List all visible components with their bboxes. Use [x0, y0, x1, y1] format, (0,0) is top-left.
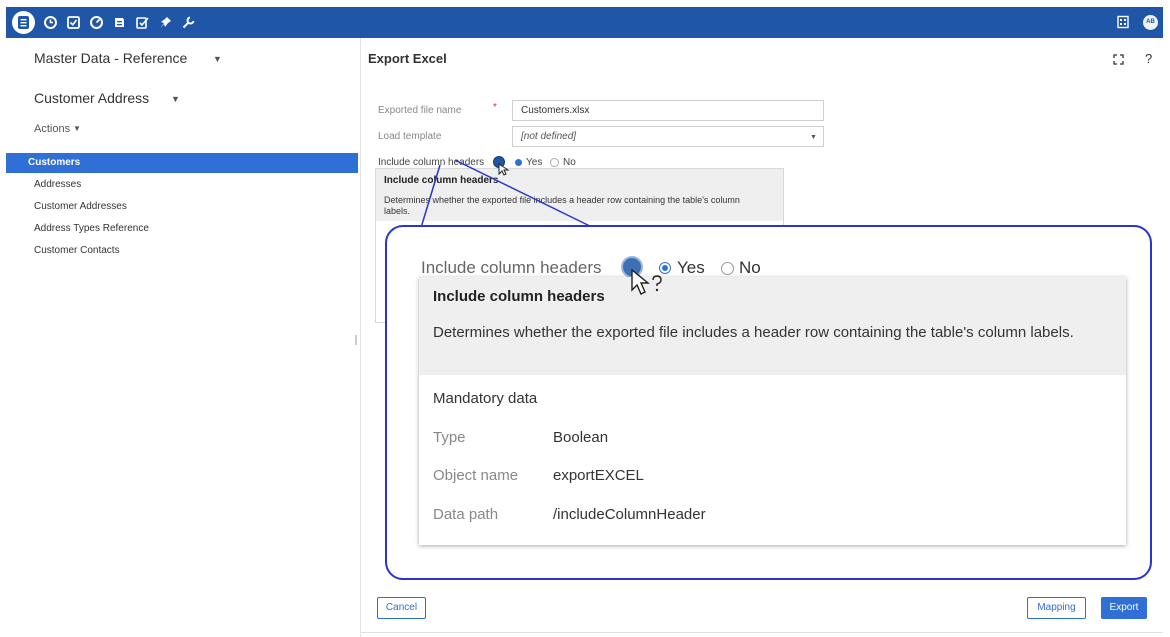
tooltip-key-data-path: Data path	[433, 506, 499, 523]
checkbox-icon[interactable]	[66, 15, 81, 30]
file-name-input[interactable]: Customers.xlsx	[512, 100, 824, 121]
edit-check-icon[interactable]	[135, 15, 150, 30]
panel-title[interactable]: Master Data - Reference	[34, 50, 187, 66]
cursor-icon	[631, 268, 662, 295]
mapping-button[interactable]: Mapping	[1027, 597, 1086, 619]
expand-icon[interactable]	[1113, 54, 1124, 65]
sidebar-item-customers[interactable]: Customers	[6, 153, 358, 173]
page-title: Export Excel	[368, 51, 447, 66]
tooltip-key-type: Type	[433, 429, 466, 446]
tooltip-value-object-name: exportEXCEL	[553, 467, 644, 484]
sidebar-item-customer-contacts[interactable]: Customer Contacts	[34, 241, 120, 261]
resize-handle[interactable]	[355, 335, 357, 345]
top-toolbar: AB	[6, 7, 1163, 38]
actions-menu[interactable]: Actions	[34, 123, 70, 135]
tooltip-value-data-path: /includeColumnHeader	[553, 506, 706, 523]
divider	[361, 632, 1163, 633]
cursor-icon	[498, 163, 510, 176]
sidebar-item-customer-addresses[interactable]: Customer Addresses	[34, 197, 127, 217]
chevron-down-icon[interactable]: ▼	[171, 94, 180, 104]
template-label: Load template	[378, 131, 442, 142]
tooltip-key-object-name: Object name	[433, 467, 519, 484]
document-list-icon[interactable]	[12, 11, 35, 34]
zoom-callout: Include column headers Yes No Include co…	[385, 225, 1152, 580]
sidebar-item-address-types-reference[interactable]: Address Types Reference	[34, 219, 149, 239]
radio-yes[interactable]	[515, 159, 522, 166]
tooltip-description: Determines whether the exported file inc…	[384, 195, 740, 216]
file-name-label: Exported file name	[378, 105, 462, 116]
template-select[interactable]: [not defined]	[512, 126, 824, 147]
tooltip-description: Determines whether the exported file inc…	[433, 324, 1074, 341]
gauge-icon[interactable]	[89, 15, 104, 30]
tooltip-value-type: Boolean	[553, 429, 609, 446]
chevron-down-icon[interactable]: ▼	[213, 54, 222, 64]
stack-icon[interactable]	[112, 15, 127, 30]
clock-icon[interactable]	[43, 15, 58, 30]
radio-no-label[interactable]: No	[739, 258, 761, 278]
radio-no[interactable]	[721, 262, 734, 275]
radio-no-label[interactable]: No	[563, 157, 576, 168]
tooltip-mandatory: Mandatory data	[433, 390, 538, 407]
sidebar-item-addresses[interactable]: Addresses	[34, 175, 81, 195]
zoom-headers-label: Include column headers	[421, 258, 602, 277]
left-panel: Master Data - Reference ▼ Customer Addre…	[6, 38, 358, 637]
tooltip-title: Include column headers	[384, 175, 499, 186]
building-icon[interactable]	[1116, 15, 1130, 29]
chevron-down-icon[interactable]: ▼	[73, 124, 81, 133]
cancel-button[interactable]: Cancel	[377, 597, 426, 619]
avatar[interactable]: AB	[1143, 15, 1158, 30]
radio-yes-label[interactable]: Yes	[677, 258, 705, 278]
tooltip-title: Include column headers	[433, 288, 605, 305]
chevron-down-icon[interactable]: ▼	[810, 134, 817, 141]
panel-subtitle[interactable]: Customer Address	[34, 90, 149, 106]
pin-icon[interactable]	[158, 15, 173, 30]
radio-yes-label[interactable]: Yes	[526, 157, 542, 168]
panel-divider	[360, 38, 361, 637]
radio-no[interactable]	[550, 158, 559, 167]
headers-label: Include column headers	[378, 157, 485, 168]
help-icon[interactable]: ?	[1145, 51, 1152, 66]
wrench-icon[interactable]	[181, 15, 196, 30]
export-button[interactable]: Export	[1101, 597, 1147, 619]
required-mark: *	[493, 102, 497, 113]
tooltip: Include column headers Determines whethe…	[419, 277, 1126, 545]
